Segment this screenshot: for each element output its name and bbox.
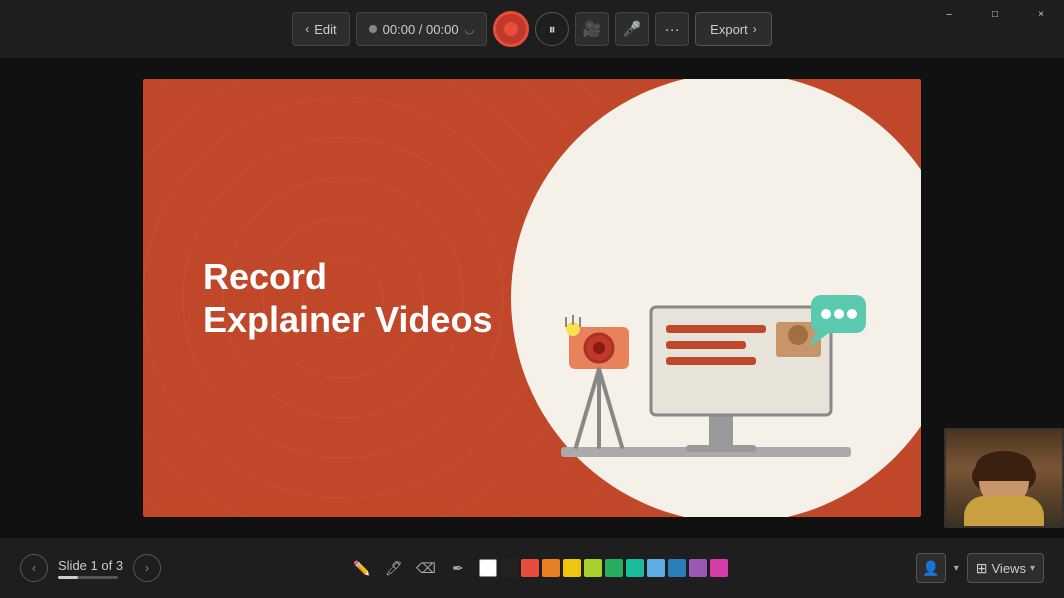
- slide-title-line2: Explainer Videos: [203, 298, 492, 341]
- camera-layout-button[interactable]: 👤: [916, 553, 946, 583]
- record-icon: [504, 22, 518, 36]
- prev-slide-button[interactable]: ‹: [20, 554, 48, 582]
- close-icon: ×: [1038, 9, 1044, 20]
- camera-button[interactable]: 🎥: [575, 12, 609, 46]
- webcam-overlay: [944, 428, 1064, 528]
- slide-counter-block: Slide 1 of 3: [58, 558, 123, 579]
- back-edit-button[interactable]: ‹ Edit: [292, 12, 349, 46]
- pen1-icon: ✏️: [353, 560, 370, 577]
- record-button[interactable]: [493, 11, 529, 47]
- camera-icon: 🎥: [583, 20, 602, 38]
- minimize-icon: –: [946, 9, 952, 20]
- export-button[interactable]: Export ›: [695, 12, 772, 46]
- views-label: Views: [992, 561, 1026, 576]
- color-black[interactable]: [500, 559, 518, 577]
- illustration: [501, 207, 881, 507]
- highlighter-icon: ✒: [452, 560, 464, 577]
- person-icon: 👤: [922, 560, 939, 577]
- drawing-toolbar: ✏️ 🖊 ⌫ ✒: [349, 555, 728, 581]
- next-arrow-icon: ›: [145, 561, 149, 575]
- person-hair: [976, 451, 1032, 481]
- pen-tool-2[interactable]: 🖊: [381, 555, 407, 581]
- color-blue[interactable]: [668, 559, 686, 577]
- maximize-icon: □: [992, 9, 998, 20]
- close-button[interactable]: ×: [1018, 0, 1064, 28]
- chevron-right-icon: ›: [753, 22, 757, 36]
- eraser-tool[interactable]: ⌫: [413, 555, 439, 581]
- highlighter-tool[interactable]: ✒: [445, 555, 471, 581]
- slide-progress-bar: [58, 576, 118, 579]
- webcam-person-view: [946, 430, 1062, 526]
- more-button[interactable]: ···: [655, 12, 689, 46]
- chevron-left-icon: ‹: [305, 22, 309, 36]
- pause-icon: ⏸: [549, 21, 556, 38]
- edit-label: Edit: [314, 22, 336, 37]
- timer-display: 00:00 / 00:00 ◡: [356, 12, 488, 46]
- maximize-button[interactable]: □: [972, 0, 1018, 28]
- camera-dropdown-chevron[interactable]: ▾: [954, 563, 959, 574]
- pen-tool-1[interactable]: ✏️: [349, 555, 375, 581]
- timer-expand-icon: ◡: [465, 23, 475, 36]
- color-picker: [479, 559, 728, 577]
- slide-progress-fill: [58, 576, 78, 579]
- color-green[interactable]: [605, 559, 623, 577]
- color-yellow[interactable]: [563, 559, 581, 577]
- color-white[interactable]: [479, 559, 497, 577]
- slide-title-line1: Record: [203, 255, 492, 298]
- slide-container: Record Explainer Videos: [143, 79, 921, 517]
- pen2-icon: 🖊: [385, 560, 403, 577]
- slide-background: Record Explainer Videos: [143, 79, 921, 517]
- window-controls: – □ ×: [926, 0, 1064, 28]
- drawing-tools-group: ✏️ 🖊 ⌫ ✒: [349, 555, 471, 581]
- views-chevron-icon: ▾: [1030, 563, 1035, 574]
- mic-icon: 🎤: [623, 20, 642, 38]
- bottom-toolbar: ‹ Slide 1 of 3 › ✏️ 🖊 ⌫ ✒: [0, 538, 1064, 598]
- right-controls: 👤 ▾ ⊞ Views ▾: [916, 553, 1044, 583]
- eraser-icon: ⌫: [416, 560, 436, 577]
- color-lime[interactable]: [584, 559, 602, 577]
- color-blue-light[interactable]: [647, 559, 665, 577]
- pause-button[interactable]: ⏸: [535, 12, 569, 46]
- color-purple[interactable]: [689, 559, 707, 577]
- timer-text: 00:00 / 00:00: [383, 22, 459, 37]
- color-teal[interactable]: [626, 559, 644, 577]
- mic-button[interactable]: 🎤: [615, 12, 649, 46]
- more-icon: ···: [665, 21, 680, 38]
- export-label: Export: [710, 22, 748, 37]
- color-red[interactable]: [521, 559, 539, 577]
- grid-icon: ⊞: [976, 560, 988, 577]
- recording-dot: [369, 25, 377, 33]
- next-slide-button[interactable]: ›: [133, 554, 161, 582]
- top-toolbar: ‹ Edit 00:00 / 00:00 ◡ ⏸ 🎥 🎤 ··· Export …: [0, 0, 1064, 58]
- prev-arrow-icon: ‹: [32, 561, 36, 575]
- slide-title: Record Explainer Videos: [203, 255, 492, 341]
- slide-counter-text: Slide 1 of 3: [58, 558, 123, 573]
- person-body: [964, 496, 1044, 526]
- slide-navigation: ‹ Slide 1 of 3 ›: [20, 554, 161, 582]
- slide-text-block: Record Explainer Videos: [203, 255, 492, 341]
- color-pink[interactable]: [710, 559, 728, 577]
- color-orange[interactable]: [542, 559, 560, 577]
- views-button[interactable]: ⊞ Views ▾: [967, 553, 1044, 583]
- main-area: Record Explainer Videos: [0, 58, 1064, 538]
- minimize-button[interactable]: –: [926, 0, 972, 28]
